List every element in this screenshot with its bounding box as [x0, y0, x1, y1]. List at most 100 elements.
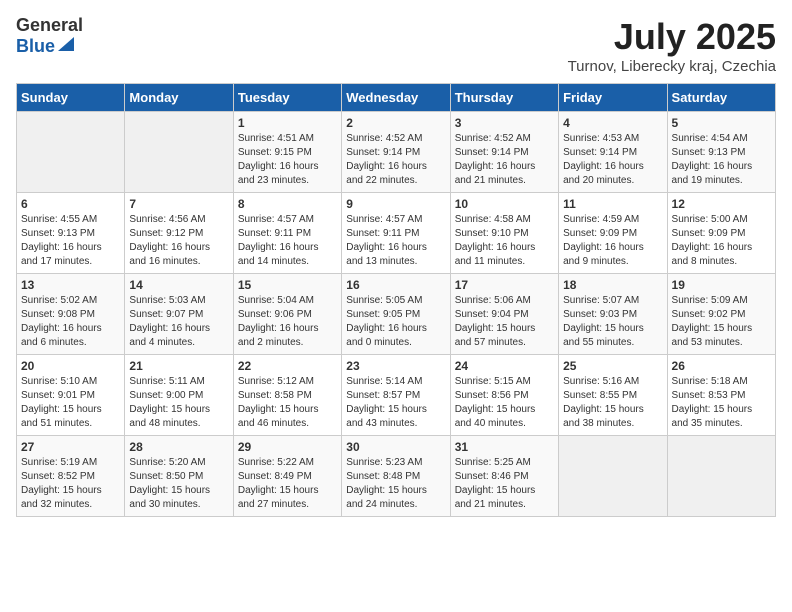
day-info: Sunrise: 5:20 AM Sunset: 8:50 PM Dayligh…: [129, 456, 228, 512]
calendar-cell: 26 Sunrise: 5:18 AM Sunset: 8:53 PM Dayli…: [667, 355, 775, 436]
logo-general: General: [16, 16, 83, 36]
day-info: Sunrise: 4:57 AM Sunset: 9:11 PM Dayligh…: [346, 213, 445, 269]
day-info: Sunrise: 5:25 AM Sunset: 8:46 PM Dayligh…: [455, 456, 554, 512]
calendar-cell: 17 Sunrise: 5:06 AM Sunset: 9:04 PM Dayli…: [450, 274, 558, 355]
day-info: Sunrise: 5:03 AM Sunset: 9:07 PM Dayligh…: [129, 294, 228, 350]
day-info: Sunrise: 4:54 AM Sunset: 9:13 PM Dayligh…: [672, 132, 771, 188]
day-number: 25: [563, 359, 662, 373]
day-info: Sunrise: 5:19 AM Sunset: 8:52 PM Dayligh…: [21, 456, 120, 512]
calendar-cell: 31 Sunrise: 5:25 AM Sunset: 8:46 PM Dayli…: [450, 436, 558, 517]
calendar-cell: 19Sunrise: 5:09 AM Sunset: 9:02 PM Dayli…: [667, 274, 775, 355]
day-number: 15: [238, 278, 337, 292]
day-number: 29: [238, 440, 337, 454]
calendar-cell: 5 Sunrise: 4:54 AM Sunset: 9:13 PM Daylig…: [667, 112, 775, 193]
day-info: Sunrise: 5:15 AM Sunset: 8:56 PM Dayligh…: [455, 375, 554, 431]
day-info: Sunrise: 5:07 AM Sunset: 9:03 PM Dayligh…: [563, 294, 662, 350]
day-header-wednesday: Wednesday: [342, 84, 450, 112]
day-number: 9: [346, 197, 445, 211]
day-info: Sunrise: 4:55 AM Sunset: 9:13 PM Dayligh…: [21, 213, 120, 269]
day-number: 17: [455, 278, 554, 292]
calendar-cell: 16 Sunrise: 5:05 AM Sunset: 9:05 PM Dayli…: [342, 274, 450, 355]
calendar-cell: 22 Sunrise: 5:12 AM Sunset: 8:58 PM Dayli…: [233, 355, 341, 436]
day-number: 16: [346, 278, 445, 292]
day-header-saturday: Saturday: [667, 84, 775, 112]
calendar-cell: 9 Sunrise: 4:57 AM Sunset: 9:11 PM Daylig…: [342, 193, 450, 274]
calendar-cell: 11 Sunrise: 4:59 AM Sunset: 9:09 PM Dayli…: [559, 193, 667, 274]
calendar-cell: [559, 436, 667, 517]
day-info: Sunrise: 4:56 AM Sunset: 9:12 PM Dayligh…: [129, 213, 228, 269]
calendar-cell: 24 Sunrise: 5:15 AM Sunset: 8:56 PM Dayli…: [450, 355, 558, 436]
page-header: General Blue July 2025 Turnov, Liberecky…: [16, 16, 776, 75]
day-info: Sunrise: 5:14 AM Sunset: 8:57 PM Dayligh…: [346, 375, 445, 431]
day-header-thursday: Thursday: [450, 84, 558, 112]
calendar-cell: 20Sunrise: 5:10 AM Sunset: 9:01 PM Dayli…: [17, 355, 125, 436]
day-header-sunday: Sunday: [17, 84, 125, 112]
calendar-cell: 18 Sunrise: 5:07 AM Sunset: 9:03 PM Dayli…: [559, 274, 667, 355]
calendar-cell: 1 Sunrise: 4:51 AM Sunset: 9:15 PM Daylig…: [233, 112, 341, 193]
day-number: 31: [455, 440, 554, 454]
day-info: Sunrise: 5:00 AM Sunset: 9:09 PM Dayligh…: [672, 213, 771, 269]
day-number: 18: [563, 278, 662, 292]
day-info: Sunrise: 5:04 AM Sunset: 9:06 PM Dayligh…: [238, 294, 337, 350]
calendar-cell: 25 Sunrise: 5:16 AM Sunset: 8:55 PM Dayli…: [559, 355, 667, 436]
subtitle: Turnov, Liberecky kraj, Czechia: [568, 58, 776, 75]
day-number: 26: [672, 359, 771, 373]
calendar-week-3: 13 Sunrise: 5:02 AM Sunset: 9:08 PM Dayli…: [17, 274, 776, 355]
day-info: Sunrise: 5:12 AM Sunset: 8:58 PM Dayligh…: [238, 375, 337, 431]
day-number: 22: [238, 359, 337, 373]
day-number: 28: [129, 440, 228, 454]
day-info: Sunrise: 5:02 AM Sunset: 9:08 PM Dayligh…: [21, 294, 120, 350]
calendar-week-5: 27 Sunrise: 5:19 AM Sunset: 8:52 PM Dayli…: [17, 436, 776, 517]
day-info: Sunrise: 5:06 AM Sunset: 9:04 PM Dayligh…: [455, 294, 554, 350]
calendar-cell: [17, 112, 125, 193]
day-number: 7: [129, 197, 228, 211]
calendar-week-4: 20Sunrise: 5:10 AM Sunset: 9:01 PM Dayli…: [17, 355, 776, 436]
day-info: Sunrise: 5:18 AM Sunset: 8:53 PM Dayligh…: [672, 375, 771, 431]
logo-blue: Blue: [16, 37, 55, 57]
day-number: 13: [21, 278, 120, 292]
calendar-cell: 7 Sunrise: 4:56 AM Sunset: 9:12 PM Daylig…: [125, 193, 233, 274]
day-number: 12: [672, 197, 771, 211]
day-info: Sunrise: 4:59 AM Sunset: 9:09 PM Dayligh…: [563, 213, 662, 269]
day-header-monday: Monday: [125, 84, 233, 112]
day-number: 27: [21, 440, 120, 454]
day-info: Sunrise: 5:16 AM Sunset: 8:55 PM Dayligh…: [563, 375, 662, 431]
day-number: 6: [21, 197, 120, 211]
calendar-cell: 28 Sunrise: 5:20 AM Sunset: 8:50 PM Dayli…: [125, 436, 233, 517]
calendar-cell: 27 Sunrise: 5:19 AM Sunset: 8:52 PM Dayli…: [17, 436, 125, 517]
day-number: 23: [346, 359, 445, 373]
day-number: 3: [455, 116, 554, 130]
day-number: 21: [129, 359, 228, 373]
day-number: 5: [672, 116, 771, 130]
calendar-cell: 21Sunrise: 5:11 AM Sunset: 9:00 PM Dayli…: [125, 355, 233, 436]
calendar-week-1: 1 Sunrise: 4:51 AM Sunset: 9:15 PM Daylig…: [17, 112, 776, 193]
day-header-friday: Friday: [559, 84, 667, 112]
day-header-tuesday: Tuesday: [233, 84, 341, 112]
calendar-cell: 29 Sunrise: 5:22 AM Sunset: 8:49 PM Dayli…: [233, 436, 341, 517]
day-number: 14: [129, 278, 228, 292]
day-number: 11: [563, 197, 662, 211]
calendar-cell: 3 Sunrise: 4:52 AM Sunset: 9:14 PM Daylig…: [450, 112, 558, 193]
calendar-cell: 6 Sunrise: 4:55 AM Sunset: 9:13 PM Daylig…: [17, 193, 125, 274]
day-info: Sunrise: 4:53 AM Sunset: 9:14 PM Dayligh…: [563, 132, 662, 188]
day-info: Sunrise: 4:57 AM Sunset: 9:11 PM Dayligh…: [238, 213, 337, 269]
day-info: Sunrise: 5:22 AM Sunset: 8:49 PM Dayligh…: [238, 456, 337, 512]
day-info: Sunrise: 4:51 AM Sunset: 9:15 PM Dayligh…: [238, 132, 337, 188]
day-number: 8: [238, 197, 337, 211]
day-number: 1: [238, 116, 337, 130]
logo-icon: [58, 37, 74, 51]
calendar-body: 1 Sunrise: 4:51 AM Sunset: 9:15 PM Daylig…: [17, 112, 776, 517]
calendar-cell: 8 Sunrise: 4:57 AM Sunset: 9:11 PM Daylig…: [233, 193, 341, 274]
day-info: Sunrise: 4:52 AM Sunset: 9:14 PM Dayligh…: [455, 132, 554, 188]
day-info: Sunrise: 5:05 AM Sunset: 9:05 PM Dayligh…: [346, 294, 445, 350]
day-info: Sunrise: 4:58 AM Sunset: 9:10 PM Dayligh…: [455, 213, 554, 269]
day-number: 24: [455, 359, 554, 373]
calendar-cell: 13 Sunrise: 5:02 AM Sunset: 9:08 PM Dayli…: [17, 274, 125, 355]
day-number: 2: [346, 116, 445, 130]
day-number: 20: [21, 359, 120, 373]
calendar-week-2: 6 Sunrise: 4:55 AM Sunset: 9:13 PM Daylig…: [17, 193, 776, 274]
day-info: Sunrise: 4:52 AM Sunset: 9:14 PM Dayligh…: [346, 132, 445, 188]
day-number: 19: [672, 278, 771, 292]
day-number: 4: [563, 116, 662, 130]
day-number: 10: [455, 197, 554, 211]
